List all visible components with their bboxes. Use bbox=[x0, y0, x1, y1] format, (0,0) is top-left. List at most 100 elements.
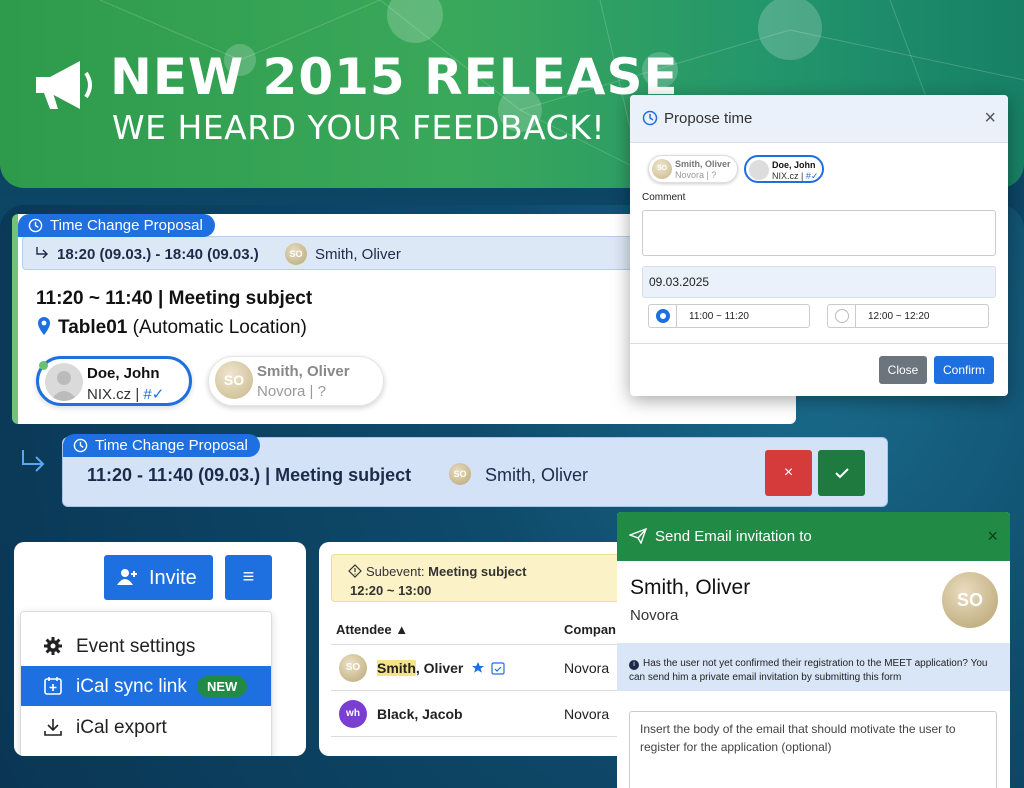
attendee-name: Smith, Oliver bbox=[377, 660, 505, 676]
avatar: SO bbox=[215, 361, 253, 399]
info-icon: i bbox=[629, 660, 639, 670]
company-name: Novora bbox=[257, 383, 306, 400]
reject-button[interactable]: × bbox=[765, 450, 812, 496]
status-confirmed: #✓ bbox=[805, 171, 819, 181]
event-dropdown-menu: Event settings iCal sync link NEW iCal e… bbox=[20, 611, 272, 756]
subevent-panel: Subevent: Meeting subject 12:20 ~ 13:00 … bbox=[319, 542, 637, 756]
radio-button[interactable] bbox=[828, 305, 856, 327]
modal-footer: Close Confirm bbox=[630, 343, 1008, 396]
proposed-range-text: 18:20 (09.03.) - 18:40 (09.03.) bbox=[57, 246, 259, 263]
invite-label: Invite bbox=[149, 567, 197, 589]
email-panel-header: Send Email invitation to × bbox=[617, 512, 1010, 561]
table-row[interactable]: SO Smith, Oliver Novora bbox=[331, 646, 637, 690]
invite-button[interactable]: Invite bbox=[104, 555, 213, 600]
menu-item-ical-export[interactable]: iCal export bbox=[21, 707, 271, 747]
name-rest: , Oliver bbox=[415, 660, 464, 676]
highlighted-name: Smith bbox=[377, 660, 416, 676]
event-title: Meeting subject bbox=[168, 288, 313, 309]
time-change-proposal-bar: Time Change Proposal 11:20 - 11:40 (09.0… bbox=[62, 434, 888, 507]
company-name: NIX.cz bbox=[87, 386, 132, 403]
confirm-button[interactable]: Confirm bbox=[934, 356, 994, 384]
banner-title: NEW 2015 RELEASE bbox=[110, 48, 679, 106]
time-slot-option[interactable]: 12:00 ~ 12:20 bbox=[827, 304, 989, 328]
radio-button[interactable] bbox=[649, 305, 677, 327]
recipient-company: Novora bbox=[630, 607, 679, 624]
attendee-name: Smith, Oliver bbox=[675, 159, 731, 169]
time-change-proposal-badge: Time Change Proposal bbox=[63, 434, 260, 457]
divider bbox=[331, 690, 637, 691]
new-badge: NEW bbox=[197, 676, 248, 697]
clock-icon bbox=[28, 218, 43, 233]
warning-icon bbox=[348, 564, 362, 578]
attendee-chip-smith[interactable]: SO Smith, Oliver Novora | ? bbox=[208, 356, 384, 406]
status-unknown: ? bbox=[711, 170, 717, 180]
separator: | bbox=[305, 383, 318, 400]
separator: | bbox=[131, 386, 144, 403]
company-name: NIX.cz bbox=[772, 171, 799, 181]
avatar bbox=[749, 160, 769, 180]
modal-header: Propose time × bbox=[630, 95, 1008, 143]
email-panel-title: Send Email invitation to bbox=[655, 528, 812, 545]
attendee-company: Novora | ? bbox=[675, 170, 716, 180]
close-icon[interactable]: × bbox=[984, 107, 996, 130]
avatar: SO bbox=[449, 463, 471, 485]
check-icon bbox=[835, 468, 849, 479]
attendee-company: Novora | ? bbox=[257, 383, 326, 400]
menu-item-label: iCal sync link bbox=[76, 676, 187, 697]
accept-button[interactable] bbox=[818, 450, 865, 496]
attendee-chip-smith[interactable]: SO Smith, Oliver Novora | ? bbox=[648, 155, 738, 183]
location-note: (Automatic Location) bbox=[132, 317, 307, 338]
add-user-icon bbox=[117, 569, 137, 585]
reply-arrow-icon bbox=[36, 247, 48, 259]
email-body-input[interactable]: Insert the body of the email that should… bbox=[629, 711, 997, 788]
slot-label: 11:00 ~ 11:20 bbox=[689, 311, 749, 322]
menu-item-ical-sync[interactable]: iCal sync link NEW bbox=[21, 666, 271, 706]
proposer-name: Smith, Oliver bbox=[485, 465, 589, 485]
banner-subtitle: WE HEARD YOUR FEEDBACK! bbox=[112, 108, 606, 147]
table-row[interactable]: wh Black, Jacob Novora bbox=[331, 692, 637, 736]
location-name: Table01 bbox=[58, 317, 128, 338]
proposed-range: 18:20 (09.03.) - 18:40 (09.03.) SO Smith… bbox=[22, 236, 642, 270]
info-text: Has the user not yet confirmed their reg… bbox=[629, 658, 988, 683]
invite-panel: Invite ≡ Event settings iCal sync link N… bbox=[14, 542, 306, 756]
menu-item-label: Event settings bbox=[76, 636, 196, 657]
time-change-proposal-badge: Time Change Proposal bbox=[18, 214, 215, 237]
close-button[interactable]: Close bbox=[879, 356, 927, 384]
attendee-chip-doe[interactable]: Doe, John NIX.cz | #✓ bbox=[36, 356, 192, 406]
slot-label: 12:00 ~ 12:20 bbox=[868, 311, 930, 322]
gear-icon bbox=[44, 637, 62, 655]
subevent-time: 12:20 ~ 13:00 bbox=[350, 583, 432, 598]
date-field[interactable]: 09.03.2025 bbox=[642, 266, 996, 298]
calendar-plus-icon bbox=[44, 677, 62, 695]
attendee-name: Black, Jacob bbox=[377, 706, 463, 722]
megaphone-icon bbox=[36, 61, 92, 109]
event-time: 11:20 ~ 11:40 bbox=[36, 288, 153, 309]
paper-plane-icon bbox=[629, 528, 647, 544]
menu-button[interactable]: ≡ bbox=[225, 555, 272, 600]
avatar: SO bbox=[942, 572, 998, 628]
divider bbox=[331, 644, 637, 645]
send-email-panel: Send Email invitation to × Smith, Oliver… bbox=[617, 512, 1010, 788]
download-icon bbox=[44, 719, 62, 736]
menu-item-event-settings[interactable]: Event settings bbox=[21, 626, 271, 666]
divider bbox=[331, 736, 637, 737]
attendee-name: Smith, Oliver bbox=[257, 363, 350, 380]
attendee-name: Doe, John bbox=[772, 160, 816, 170]
attendee-chip-doe[interactable]: Doe, John NIX.cz | #✓ bbox=[744, 155, 824, 183]
company-name: Novora bbox=[675, 170, 705, 180]
badge-label: Time Change Proposal bbox=[50, 217, 203, 234]
event-subject: 11:20 ~ 11:40 | Meeting subject bbox=[36, 288, 312, 310]
column-header-company[interactable]: Compan bbox=[564, 622, 616, 637]
subevent-header: Subevent: Meeting subject 12:20 ~ 13:00 bbox=[331, 554, 637, 602]
column-header-attendee[interactable]: Attendee ▲ bbox=[336, 622, 408, 637]
comment-label: Comment bbox=[642, 192, 686, 203]
avatar: SO bbox=[339, 654, 367, 682]
close-icon[interactable]: × bbox=[987, 526, 998, 547]
avatar bbox=[45, 363, 83, 401]
online-dot bbox=[39, 361, 48, 370]
attendee-company: NIX.cz | #✓ bbox=[87, 385, 164, 403]
clock-icon bbox=[73, 438, 88, 453]
clock-icon bbox=[642, 110, 658, 126]
time-slot-option[interactable]: 11:00 ~ 11:20 bbox=[648, 304, 810, 328]
comment-input[interactable] bbox=[642, 210, 996, 256]
